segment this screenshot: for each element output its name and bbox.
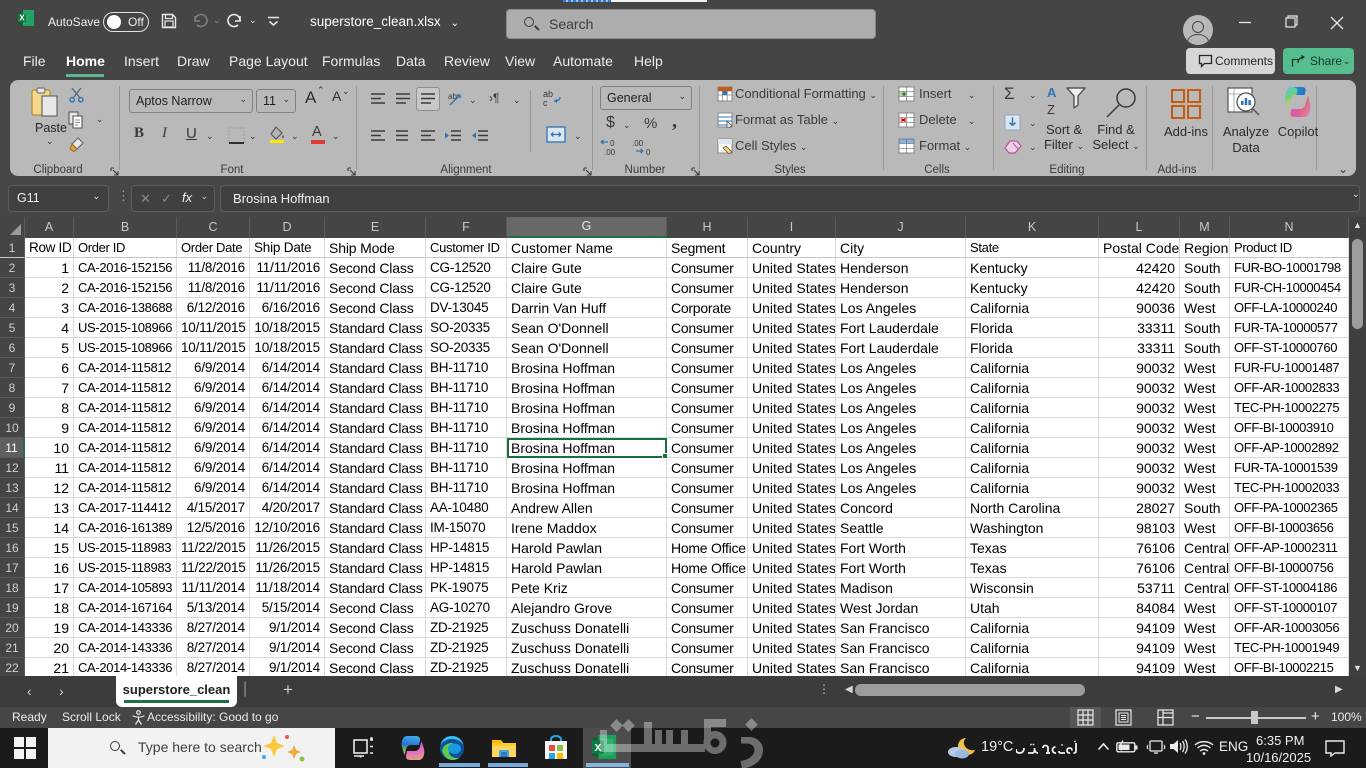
svg-text:Z: Z bbox=[1047, 102, 1055, 117]
svg-text:0: 0 bbox=[610, 139, 615, 148]
svg-text:.00: .00 bbox=[632, 139, 644, 148]
svg-text:0: 0 bbox=[646, 148, 651, 156]
svg-text:ab: ab bbox=[448, 92, 457, 101]
svg-text:A: A bbox=[1047, 85, 1057, 100]
svg-text:c: c bbox=[543, 98, 548, 108]
svg-text:X: X bbox=[19, 14, 25, 23]
svg-text:.00: .00 bbox=[604, 148, 616, 156]
